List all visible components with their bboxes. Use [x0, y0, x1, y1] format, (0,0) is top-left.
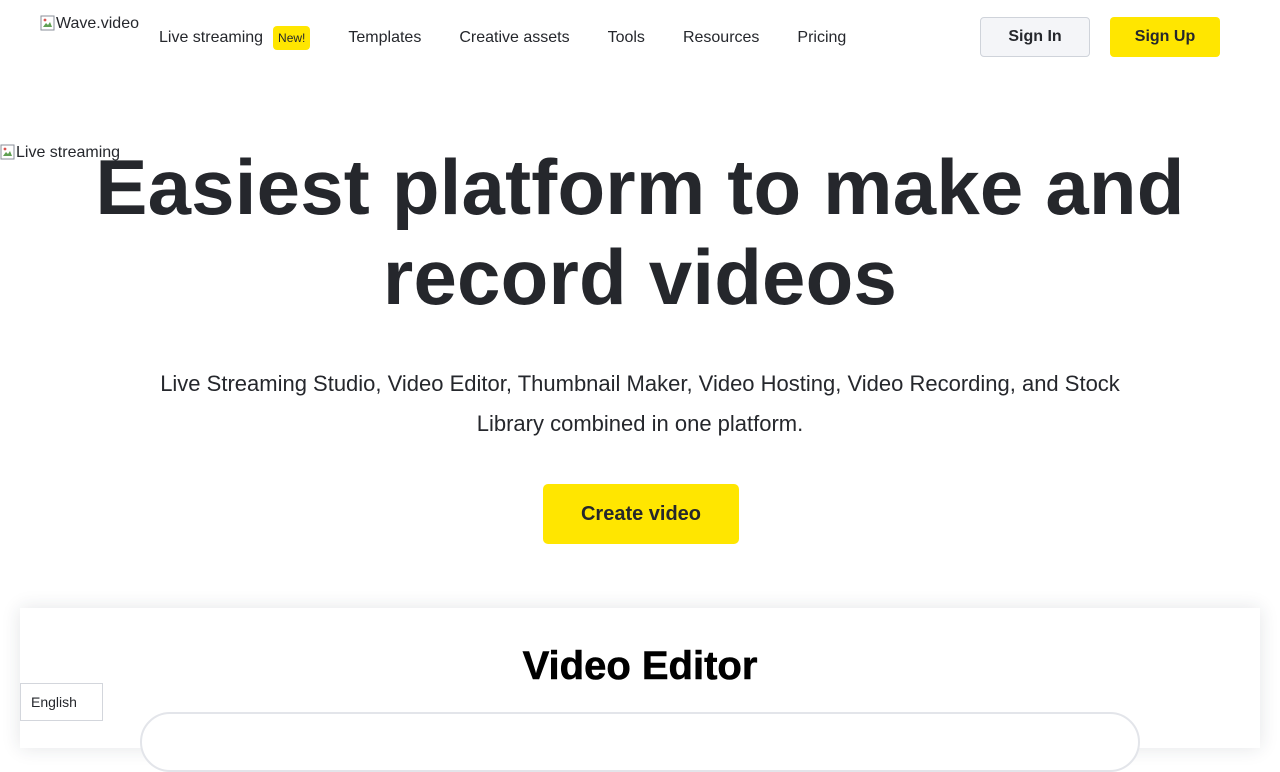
- video-editor-section: Video Editor: [20, 608, 1260, 772]
- nav-item-resources[interactable]: Resources: [683, 29, 759, 47]
- site-header: Wave.video Live streaming New! Templates…: [0, 0, 1280, 74]
- create-video-button[interactable]: Create video: [543, 484, 739, 544]
- section-title: Video Editor: [522, 644, 758, 688]
- hero-title: Easiest platform to make and record vide…: [95, 143, 1185, 321]
- editor-preview-frame: [140, 712, 1140, 772]
- new-badge: New!: [273, 26, 311, 50]
- sign-up-button[interactable]: Sign Up: [1110, 17, 1220, 57]
- nav-item-templates[interactable]: Templates: [348, 29, 421, 47]
- sign-in-button[interactable]: Sign In: [980, 17, 1090, 57]
- main-nav: Live streaming New! Templates Creative a…: [159, 26, 846, 50]
- nav-item-label: Resources: [682, 29, 760, 46]
- nav-item-label: Creative assets: [459, 29, 570, 46]
- hero-subtitle: Live Streaming Studio, Video Editor, Thu…: [160, 371, 1120, 436]
- nav-item-creative-assets[interactable]: Creative assets: [459, 29, 569, 47]
- language-selector[interactable]: English: [20, 683, 103, 721]
- nav-item-label: Pricing: [797, 29, 847, 46]
- nav-item-label: Tools: [607, 29, 645, 46]
- nav-item-label: Live streaming: [159, 29, 264, 46]
- logo-alt-text: Wave.video: [56, 15, 139, 32]
- nav-item-tools[interactable]: Tools: [608, 29, 645, 47]
- wave-video-logo[interactable]: Wave.video: [40, 15, 139, 33]
- broken-image-icon: [40, 15, 56, 31]
- nav-item-live-streaming[interactable]: Live streaming New!: [159, 26, 311, 50]
- nav-item-label: Templates: [348, 29, 422, 46]
- nav-item-pricing[interactable]: Pricing: [797, 29, 846, 47]
